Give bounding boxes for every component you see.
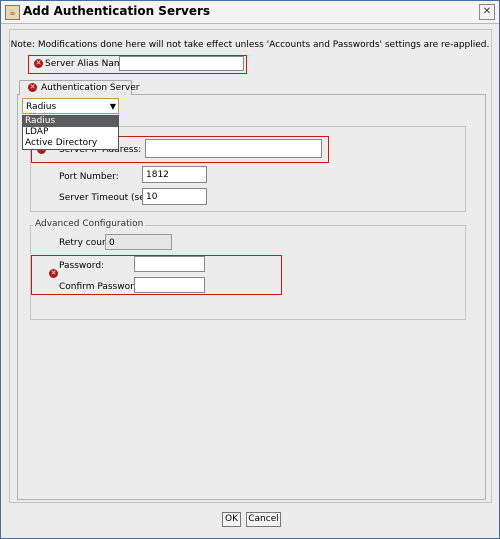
window-title: Add Authentication Servers: [23, 4, 211, 18]
note-text: Note: Modifications done here will not t…: [10, 40, 490, 50]
confirm-password-input[interactable]: [134, 277, 205, 293]
password-label: Password:: [59, 261, 105, 271]
retry-count-field: 0: [105, 234, 172, 250]
server-type-selected: Radius: [26, 102, 57, 112]
server-type-dropdown: Radius LDAP Active Directory: [22, 115, 119, 150]
password-input[interactable]: [134, 256, 205, 272]
close-icon[interactable]: ✕: [479, 4, 495, 20]
chevron-down-icon[interactable]: ▼: [110, 102, 116, 111]
timeout-input[interactable]: 10: [142, 188, 207, 205]
error-icon: ✕: [28, 83, 37, 92]
error-icon: ✕: [49, 269, 58, 278]
confirm-password-label: Confirm Password:: [59, 282, 143, 292]
java-app-icon: ☕: [5, 5, 20, 20]
dropdown-option-radius[interactable]: Radius: [23, 116, 118, 127]
error-icon: ✕: [34, 59, 43, 68]
title-bar[interactable]: ☕ Add Authentication Servers ✕: [1, 1, 499, 24]
dropdown-option-ldap[interactable]: LDAP: [23, 127, 118, 138]
advanced-group-title: Advanced Configuration: [33, 219, 146, 229]
ok-button[interactable]: OK: [222, 512, 241, 527]
tab-label: Authentication Server: [41, 83, 140, 93]
server-address-input[interactable]: [145, 139, 322, 158]
port-input[interactable]: 1812: [142, 166, 207, 183]
server-type-select[interactable]: Radius ▼: [22, 98, 119, 114]
cancel-button[interactable]: Cancel: [246, 512, 281, 527]
port-label: Port Number:: [59, 172, 119, 182]
dropdown-option-active-directory[interactable]: Active Directory: [23, 138, 118, 149]
alias-input[interactable]: [119, 56, 244, 71]
tab-authentication-server[interactable]: ✕ Authentication Server: [19, 80, 139, 95]
